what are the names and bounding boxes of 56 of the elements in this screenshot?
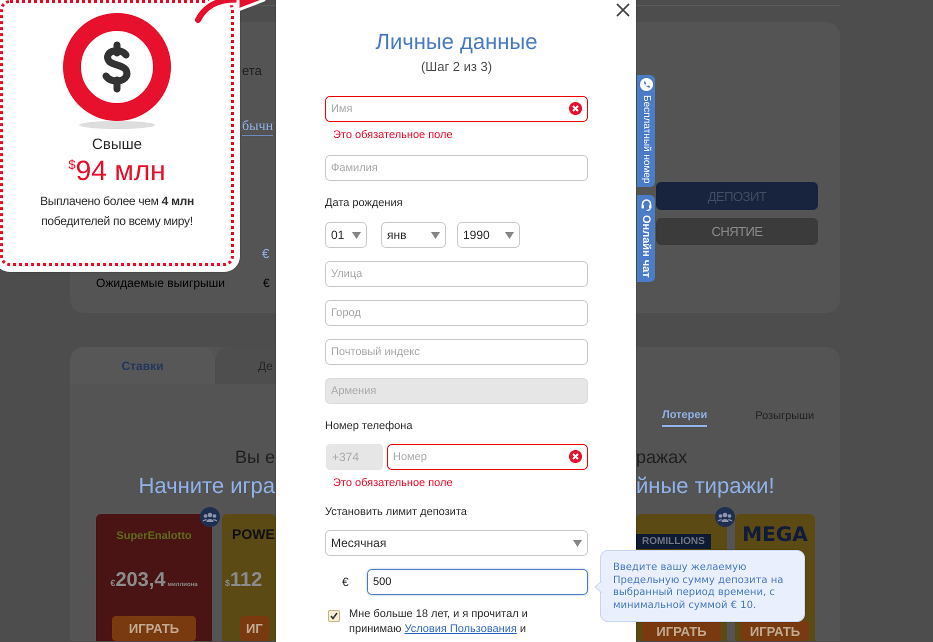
lottery-logo: POWE	[232, 526, 275, 542]
headset-icon	[640, 198, 652, 212]
error-message: Это обязательное поле	[333, 477, 453, 490]
lottery-logo: SuperEnalotto	[116, 530, 192, 542]
expected-winnings-value: €	[263, 276, 270, 290]
terms-link[interactable]: Условия Пользования	[404, 623, 517, 635]
subheading: йные тиражи!	[636, 473, 775, 499]
subheading: Начните игра	[138, 473, 275, 499]
dropdown[interactable]: янв	[381, 222, 446, 248]
caret-icon	[352, 232, 361, 238]
input-field[interactable]: Улица	[325, 261, 588, 287]
tooltip-text: Введите вашу желаемую Предельную сумму депозита на выбранный период времени, с минимальной суммой € 10.	[613, 562, 784, 612]
close-icon[interactable]	[616, 3, 630, 17]
live-chat-tab[interactable]: Онлайн чат	[637, 195, 655, 282]
input-field[interactable]: Имя	[325, 96, 588, 122]
lottery-logo: MEGA	[742, 522, 808, 546]
promo-description: Выплачено более чем 4 млн победителей по всему миру!	[39, 193, 195, 230]
period-dropdown[interactable]: Месячная	[325, 530, 588, 556]
lottery-logo: ROMILLIONS	[636, 534, 711, 549]
play-button[interactable]: ИГРАТЬ	[112, 616, 196, 641]
error-icon	[569, 102, 582, 115]
checkbox[interactable]	[328, 610, 340, 622]
caret-icon	[431, 232, 440, 238]
caret-icon	[505, 232, 514, 238]
play-button[interactable]: ИГ	[240, 616, 269, 641]
promo-amount: $94 млн	[68, 155, 166, 187]
free-call-tab[interactable]: Бесплатный номер	[637, 75, 655, 188]
balance-value: €	[262, 246, 270, 262]
form-label: Установить лимит депозита	[325, 505, 467, 519]
error-message: Это обязательное поле	[333, 129, 453, 142]
withdraw-button[interactable]: СНЯТИЕ	[656, 218, 818, 245]
step-indicator: (Шаг 2 из 3)	[420, 59, 494, 75]
input-field[interactable]: Почтовый индекс	[325, 339, 588, 365]
currency-symbol: €	[341, 574, 350, 591]
error-icon	[569, 450, 582, 463]
expected-winnings-label: Ожидаемые выигрыши	[96, 276, 226, 290]
filter-tab[interactable]: Лотереи	[662, 409, 708, 427]
amount-field[interactable]: 500	[367, 569, 588, 595]
form-label: Дата рождения	[325, 196, 403, 210]
dropdown[interactable]: 1990	[457, 222, 520, 248]
play-button[interactable]: ИГРАТЬ	[642, 621, 721, 641]
account-type-link[interactable]: бычн	[242, 119, 274, 136]
form-label: Номер телефона	[325, 419, 412, 433]
dialog-title: Личные данные	[374, 29, 538, 55]
jackpot-amount: $112	[225, 569, 262, 592]
input-field[interactable]: Фамилия	[325, 155, 588, 181]
phone-field[interactable]: Номер	[387, 444, 588, 470]
dollar-coin-icon	[62, 12, 172, 130]
promo-title: Свыше	[92, 136, 142, 154]
play-button[interactable]: ИГРАТЬ	[741, 621, 809, 641]
input-field[interactable]: Город	[325, 300, 588, 326]
dropdown[interactable]: 01	[325, 222, 367, 248]
terms-text: Мне больше 18 лет, и я прочитал и принимаю Условия Пользования и	[349, 607, 529, 637]
phone-icon	[640, 78, 652, 91]
country-code-field: +374	[326, 444, 383, 470]
caret-icon	[573, 540, 582, 546]
